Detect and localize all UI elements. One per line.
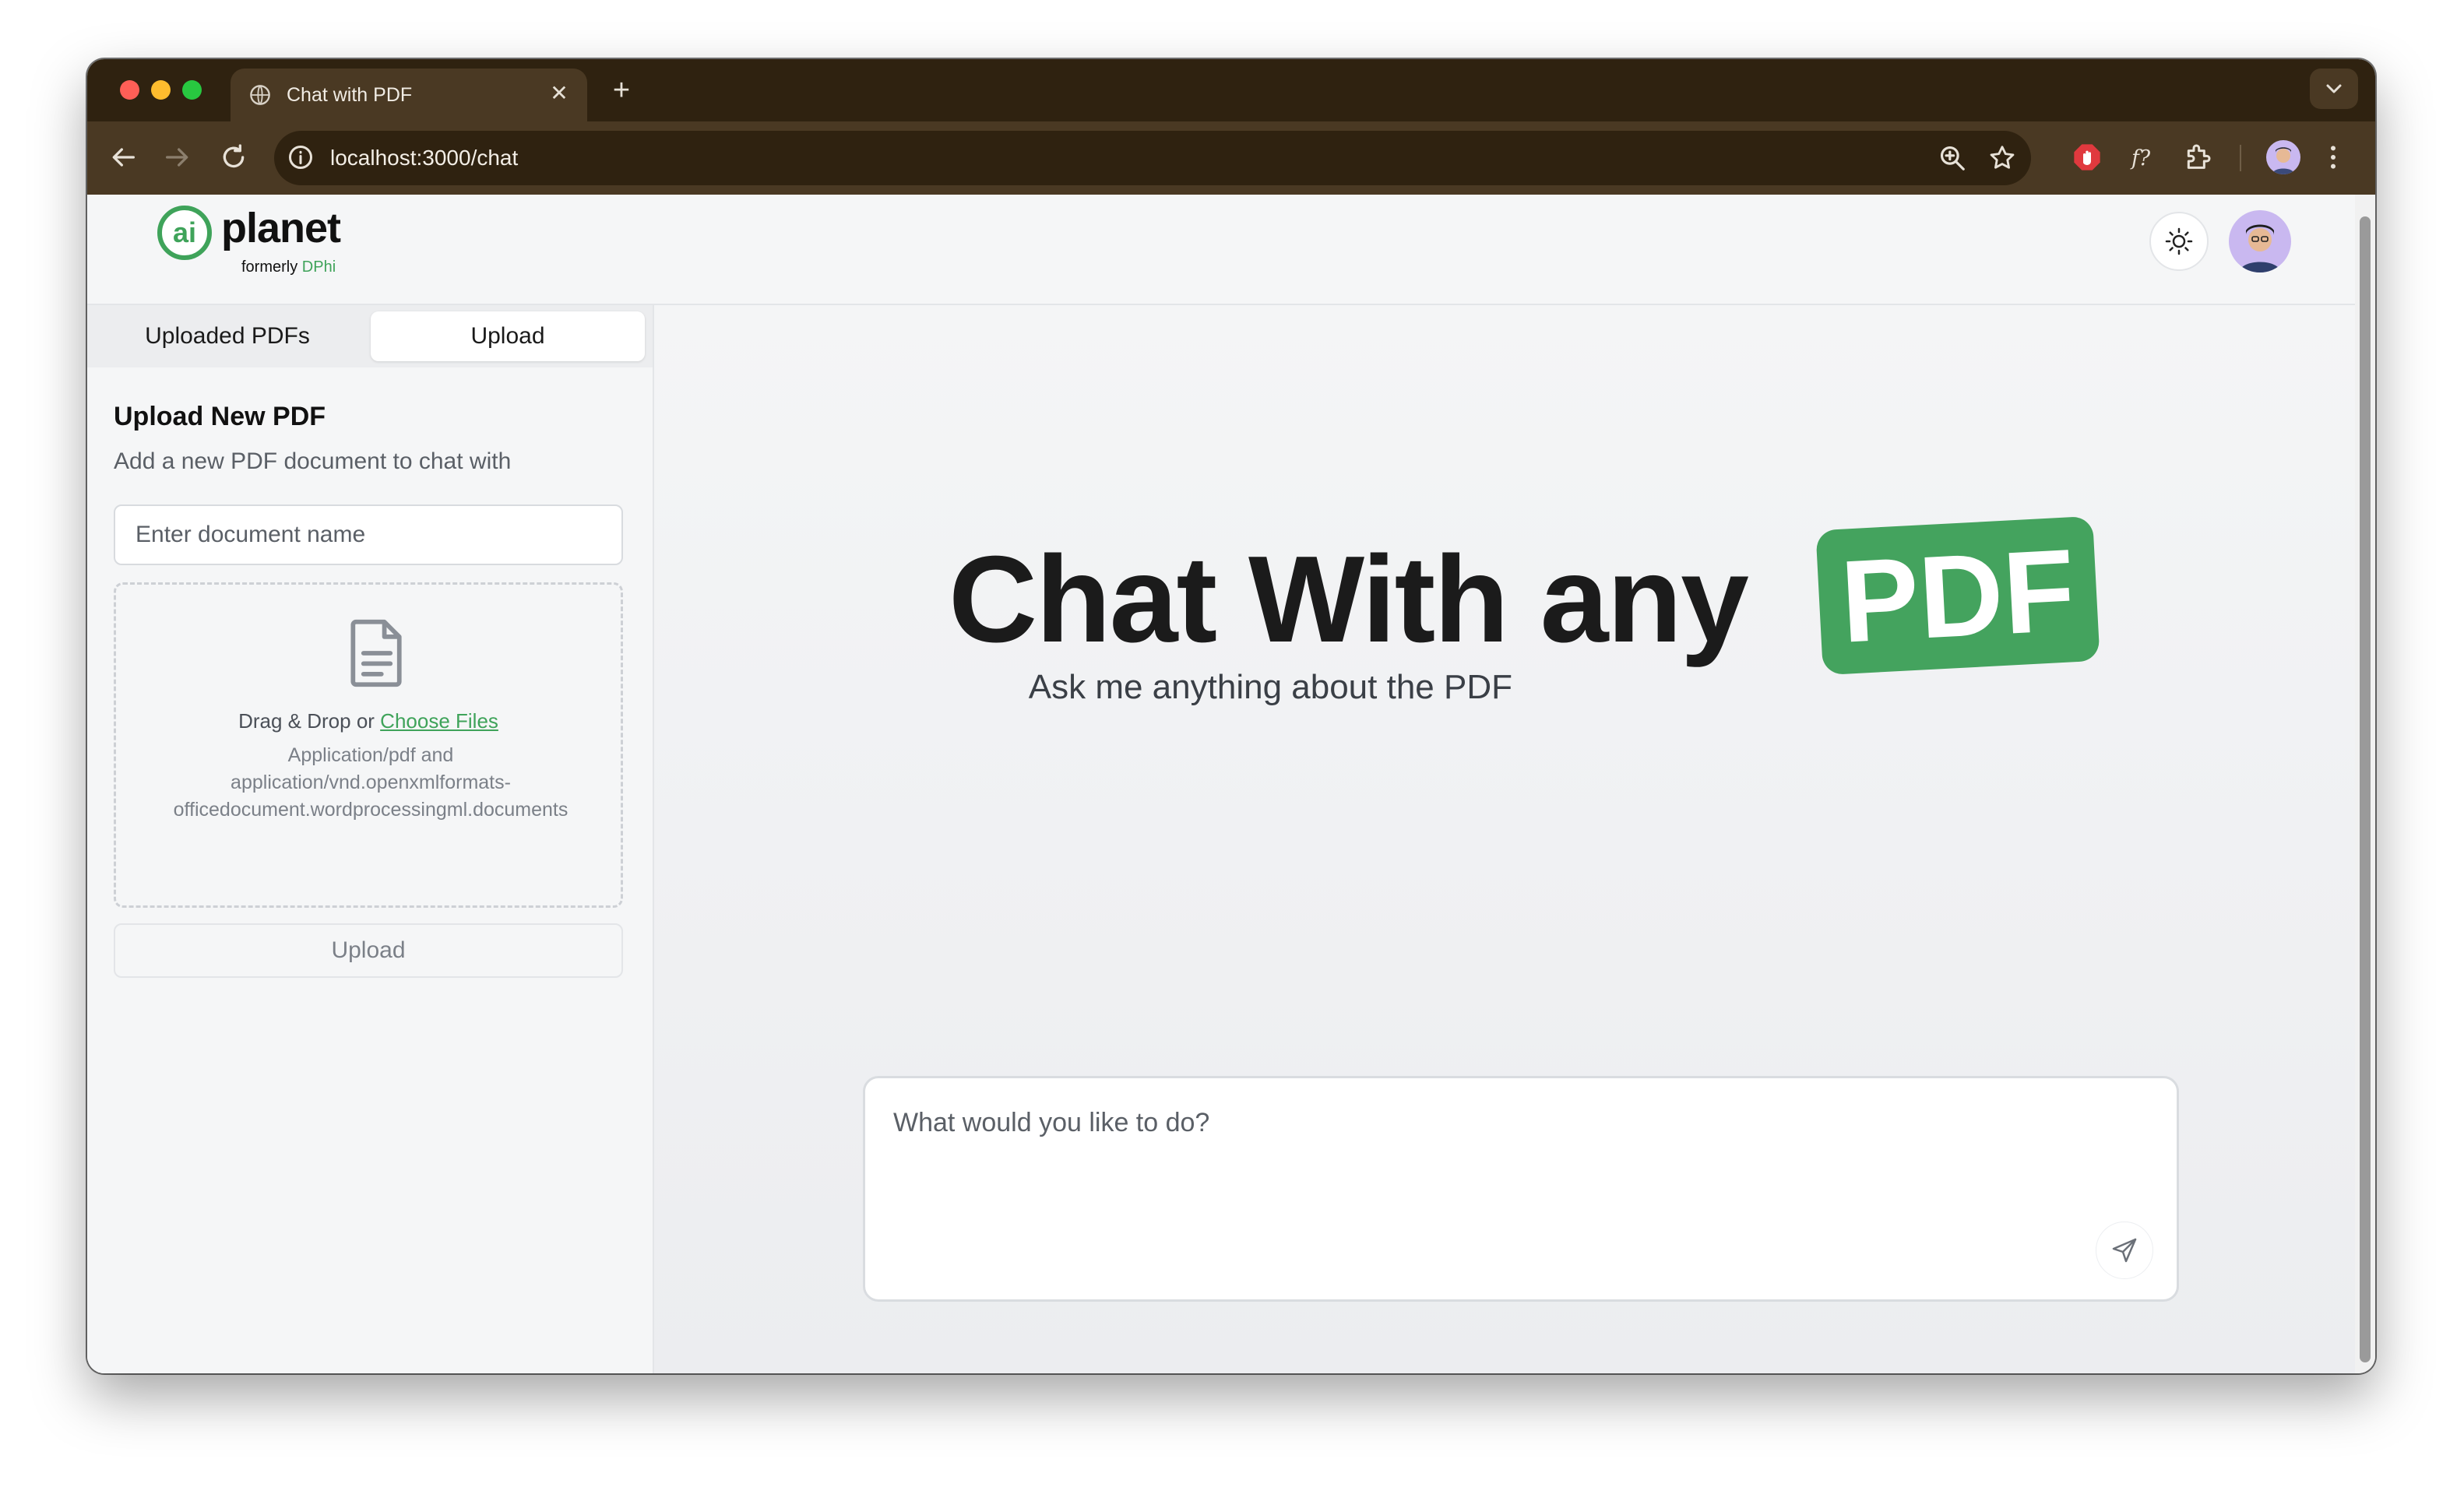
choose-files-link[interactable]: Choose Files	[380, 709, 498, 733]
sidebar-tabs: Uploaded PDFs Upload	[87, 305, 653, 367]
hero-subtitle: Ask me anything about the PDF	[1028, 668, 1512, 706]
maximize-window-button[interactable]	[182, 80, 202, 100]
logo-mark-text: ai	[172, 216, 197, 248]
theme-toggle-button[interactable]	[2149, 212, 2209, 271]
page-scrollbar[interactable]	[2355, 195, 2375, 1373]
new-tab-button[interactable]: +	[606, 76, 637, 107]
page-viewport: ai planet formerly DPhi Uploaded PDFs Up…	[87, 195, 2375, 1373]
upload-button[interactable]: Upload	[114, 923, 623, 978]
profile-avatar-icon	[2272, 147, 2294, 174]
send-button[interactable]	[2096, 1222, 2153, 1279]
accepted-types-line-3: officedocument.wordprocessingml.document…	[173, 799, 568, 821]
sidebar: Uploaded PDFs Upload Upload New PDF Add …	[87, 305, 654, 1373]
chat-main-area: Chat With any PDF Ask me anything about …	[654, 305, 2355, 1373]
minimize-window-button[interactable]	[151, 80, 171, 100]
tab-upload[interactable]: Upload	[371, 311, 645, 361]
chat-input[interactable]	[892, 1099, 2063, 1147]
ai-planet-logo-mark[interactable]: ai	[157, 206, 212, 260]
zoom-icon[interactable]	[1938, 143, 1967, 173]
upload-section-title: Upload New PDF	[114, 402, 326, 431]
extensions-puzzle-icon[interactable]	[2182, 142, 2213, 173]
close-window-button[interactable]	[120, 80, 139, 100]
tab-strip: Chat with PDF ✕ +	[87, 59, 2375, 121]
user-avatar[interactable]	[2229, 210, 2291, 272]
dropzone-instruction: Drag & Drop or Choose Files	[116, 709, 621, 733]
file-dropzone[interactable]: Drag & Drop or Choose Files Application/…	[114, 582, 623, 908]
tab-uploaded-pdfs[interactable]: Uploaded PDFs	[95, 311, 360, 361]
browser-toolbar: localhost:3000/chat f?	[87, 121, 2375, 195]
browser-profile-avatar[interactable]	[2266, 140, 2300, 174]
dropzone-text: Drag & Drop or	[238, 709, 375, 733]
bookmark-star-icon[interactable]	[1987, 143, 2017, 173]
browser-menu-icon[interactable]	[2318, 142, 2349, 173]
accepted-types-line-2: application/vnd.openxmlformats-	[231, 772, 511, 793]
tab-title: Chat with PDF	[287, 84, 413, 106]
pdf-badge-text: PDF	[1837, 524, 2079, 667]
site-info-icon[interactable]	[287, 143, 315, 171]
chat-composer	[863, 1076, 2179, 1302]
adblock-extension-icon[interactable]	[2072, 142, 2103, 173]
reload-icon[interactable]	[218, 142, 249, 173]
url-text: localhost:3000/chat	[330, 146, 519, 170]
accepted-file-types: Application/pdf and application/vnd.open…	[132, 742, 610, 824]
logo-wordmark[interactable]: planet	[221, 204, 341, 252]
tab-search-button[interactable]	[2310, 69, 2358, 109]
document-name-input[interactable]	[114, 504, 623, 565]
upload-section-description: Add a new PDF document to chat with	[114, 448, 512, 474]
logo-subtitle-brand: DPhi	[301, 258, 336, 276]
hero-title: Chat With any	[949, 531, 1749, 668]
close-tab-icon[interactable]: ✕	[545, 79, 573, 107]
logo-subtitle: formerly DPhi	[241, 258, 336, 276]
document-icon	[350, 619, 402, 687]
scrollbar-thumb[interactable]	[2360, 216, 2371, 1362]
forward-arrow-icon[interactable]	[162, 142, 193, 173]
globe-icon	[250, 85, 270, 105]
accepted-types-line-1: Application/pdf and	[287, 744, 454, 766]
sun-icon	[2165, 227, 2193, 255]
back-arrow-icon[interactable]	[107, 142, 139, 173]
browser-window: Chat with PDF ✕ + localhost:3000/chat f?…	[87, 59, 2375, 1373]
pdf-badge: PDF	[1815, 515, 2100, 676]
svg-text:f?: f?	[2130, 146, 2151, 170]
browser-tab-active[interactable]: Chat with PDF ✕	[231, 69, 587, 121]
toolbar-divider	[2240, 145, 2241, 171]
chevron-down-icon	[2326, 84, 2342, 93]
logo-subtitle-prefix: formerly	[241, 258, 298, 276]
app-header: ai planet formerly DPhi	[87, 195, 2355, 305]
send-icon	[2112, 1238, 2137, 1263]
user-avatar-icon	[2240, 224, 2280, 272]
address-bar[interactable]: localhost:3000/chat	[274, 131, 2031, 185]
formula-extension-icon[interactable]: f?	[2128, 142, 2159, 173]
